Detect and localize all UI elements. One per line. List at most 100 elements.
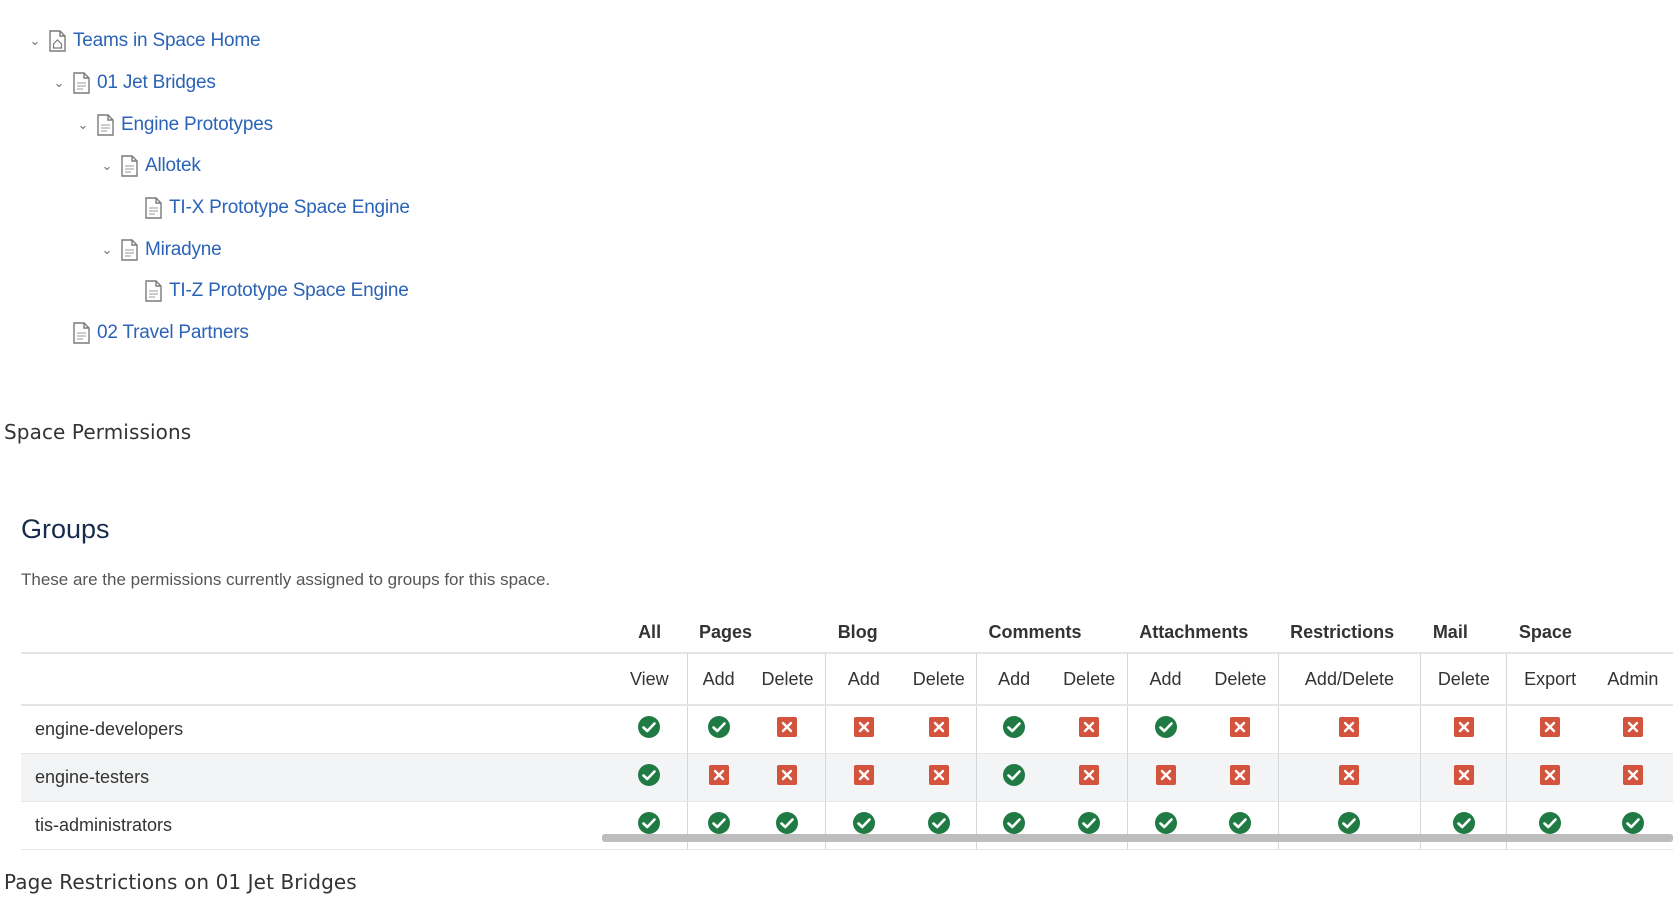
tree-node-label[interactable]: Allotek (145, 155, 201, 177)
x-square-icon (1079, 765, 1100, 785)
permission-subheader: Export (1506, 652, 1593, 706)
chevron-down-icon[interactable]: ⌄ (76, 118, 90, 133)
x-square-icon (1540, 765, 1561, 785)
permission-cell (1051, 801, 1128, 850)
chevron-down-icon[interactable]: ⌄ (100, 243, 114, 258)
chevron-down-icon[interactable]: ⌄ (28, 34, 42, 49)
permission-denied (707, 763, 731, 787)
permission-cell (1420, 753, 1507, 802)
permission-subheader: Delete (749, 652, 826, 706)
check-circle-icon (1003, 716, 1026, 738)
permission-cell (686, 801, 750, 850)
permission-cell (1420, 801, 1507, 850)
permissions-table: All Pages Blog Comments Attachments Restricti… (21, 612, 1673, 850)
tree-node-label[interactable]: TI-Z Prototype Space Engine (169, 280, 409, 302)
x-square-icon (1155, 765, 1176, 785)
tree-node-label[interactable]: Engine Prototypes (121, 114, 273, 136)
permission-cell (1203, 753, 1279, 802)
x-square-icon (1622, 717, 1643, 737)
x-square-icon (1453, 717, 1474, 737)
permission-cell (612, 801, 688, 850)
scrollbar-thumb[interactable] (602, 834, 1673, 842)
group-name: engine-developers (21, 705, 613, 754)
permission-cell (1506, 753, 1593, 802)
check-circle-icon (1003, 764, 1026, 786)
permission-subheader: Delete (901, 652, 977, 706)
permission-granted (1002, 811, 1026, 835)
permission-subheader: Add (975, 652, 1052, 706)
tree-node[interactable]: ⌄02 Travel Partners (52, 319, 249, 347)
x-square-icon (1230, 765, 1251, 785)
page-icon (145, 197, 162, 219)
permission-granted (1452, 811, 1476, 835)
tree-node-label[interactable]: Miradyne (145, 239, 222, 261)
chevron-down-icon[interactable]: ⌄ (100, 159, 114, 174)
tree-node-label[interactable]: 02 Travel Partners (97, 322, 249, 344)
x-square-icon (928, 717, 949, 737)
check-circle-icon (638, 812, 661, 834)
x-square-icon (777, 717, 798, 737)
tree-node[interactable]: ⌄ 01 Jet Bridges (52, 69, 216, 97)
check-circle-icon (1229, 812, 1252, 834)
check-circle-icon (638, 764, 661, 786)
permission-cell (1203, 801, 1279, 850)
page-icon (121, 155, 138, 177)
tree-node[interactable]: ⌄TI-Z Prototype Space Engine (124, 277, 409, 305)
permission-granted (1337, 811, 1361, 835)
group-subheader-blank (21, 652, 613, 706)
check-circle-icon (707, 716, 730, 738)
permission-denied (775, 715, 799, 739)
permission-denied (927, 763, 951, 787)
permission-cell (825, 753, 902, 802)
category-space: Space (1518, 621, 1572, 642)
permission-cell (1506, 705, 1593, 754)
category-attachments: Attachments (1139, 621, 1249, 642)
permission-denied (1452, 763, 1476, 787)
x-square-icon (853, 717, 874, 737)
permission-cell (1051, 753, 1128, 802)
check-circle-icon (1154, 812, 1177, 834)
permission-cell (686, 705, 750, 754)
permission-granted (707, 811, 731, 835)
permission-denied (1228, 715, 1252, 739)
permission-denied (927, 715, 951, 739)
permission-cell (825, 705, 902, 754)
permission-granted (1621, 811, 1645, 835)
tree-node-label[interactable]: 01 Jet Bridges (97, 72, 216, 94)
permission-header-row: View Add Delete Add Delete Add Delete Add Delete… (21, 652, 1673, 706)
x-square-icon (1453, 765, 1474, 785)
tree-node[interactable]: ⌄ Teams in Space Home (28, 27, 261, 55)
permission-cell (901, 801, 977, 850)
permission-granted (1538, 811, 1562, 835)
group-column-header (21, 612, 612, 653)
tree-node[interactable]: ⌄ Miradyne (100, 236, 222, 264)
tree-node-label[interactable]: Teams in Space Home (73, 30, 261, 52)
tree-node[interactable]: ⌄TI-X Prototype Space Engine (124, 194, 410, 222)
permission-granted (852, 811, 876, 835)
group-name: tis-administrators (21, 801, 613, 850)
check-circle-icon (1078, 812, 1101, 834)
permission-cell (1126, 753, 1204, 802)
x-square-icon (1540, 717, 1561, 737)
permission-cell (1592, 705, 1673, 754)
tree-node[interactable]: ⌄ Allotek (100, 152, 201, 180)
space-permissions-label: Space Permissions (4, 420, 192, 444)
permission-cell (825, 801, 902, 850)
permission-granted (927, 811, 951, 835)
permission-cell (1420, 705, 1507, 754)
permission-granted (775, 811, 799, 835)
x-square-icon (1230, 717, 1251, 737)
table-horizontal-scrollbar[interactable] (602, 834, 1673, 842)
category-header-row: All Pages Blog Comments Attachments Restricti… (21, 612, 1673, 653)
permission-denied (1154, 763, 1178, 787)
x-square-icon (928, 765, 949, 785)
check-circle-icon (1154, 716, 1177, 738)
chevron-down-icon[interactable]: ⌄ (52, 76, 66, 91)
permission-denied (1077, 763, 1101, 787)
tree-node[interactable]: ⌄ Engine Prototypes (76, 111, 273, 139)
tree-node-label[interactable]: TI-X Prototype Space Engine (169, 197, 410, 219)
permission-cell (901, 753, 977, 802)
permission-cell (1051, 705, 1128, 754)
permission-denied (1337, 715, 1361, 739)
permission-cell (1506, 801, 1593, 850)
